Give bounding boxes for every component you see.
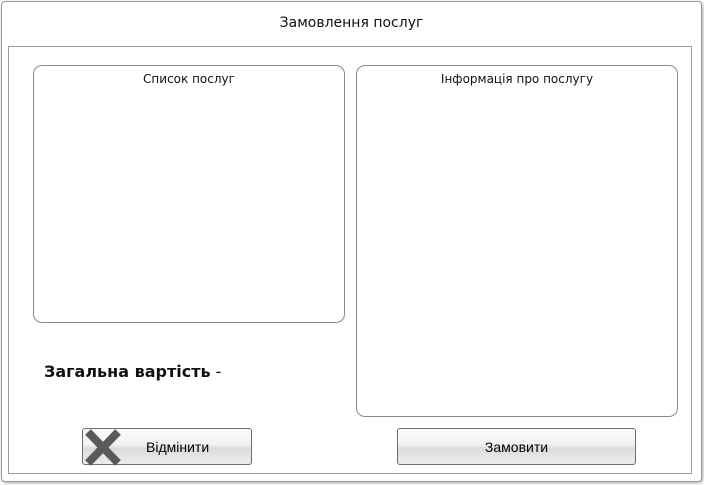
service-info-title: Інформація про послугу [440,72,594,86]
cancel-button-label: Відмінити [146,439,210,455]
services-list-title: Список послуг [143,72,235,86]
cancel-button[interactable]: Відмінити [82,428,252,466]
service-info-panel: Інформація про послугу [356,65,678,417]
order-button-label: Замовити [484,439,549,455]
total-cost-label: Загальна вартість [44,362,211,381]
order-button[interactable]: Замовити [397,428,636,465]
total-cost: Загальна вартість - [44,362,221,381]
total-cost-value: - [210,362,222,381]
window-title: Замовлення послуг [279,15,424,31]
services-list-panel[interactable]: Список послуг [33,65,345,323]
